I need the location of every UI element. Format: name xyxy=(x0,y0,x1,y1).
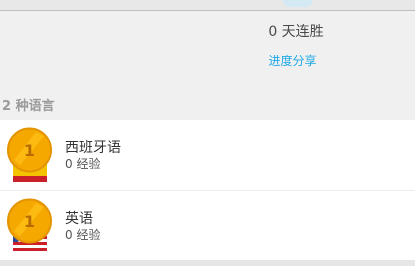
language-xp: 0 经验 xyxy=(65,228,101,242)
streak-count: 0 天连胜 xyxy=(268,24,324,40)
share-progress-link[interactable]: 进度分享 xyxy=(0,52,415,69)
medal-level: 1 xyxy=(24,212,35,231)
language-row-english[interactable]: 1 英语 0 经验 xyxy=(0,191,415,261)
languages-section-title: 2 种语言 xyxy=(2,99,55,114)
level-medal-icon: 1 xyxy=(7,198,52,253)
language-list: 1 西班牙语 0 经验 1 英语 0 经验 xyxy=(0,120,415,261)
language-name: 西班牙语 xyxy=(65,140,121,156)
bottom-divider xyxy=(0,260,415,266)
top-decoration xyxy=(283,0,313,7)
medal-level: 1 xyxy=(24,141,35,160)
language-row-spanish[interactable]: 1 西班牙语 0 经验 xyxy=(0,120,415,191)
language-name: 英语 xyxy=(65,211,93,227)
top-divider xyxy=(0,0,415,11)
level-medal-icon: 1 xyxy=(7,127,52,182)
language-xp: 0 经验 xyxy=(65,157,101,171)
